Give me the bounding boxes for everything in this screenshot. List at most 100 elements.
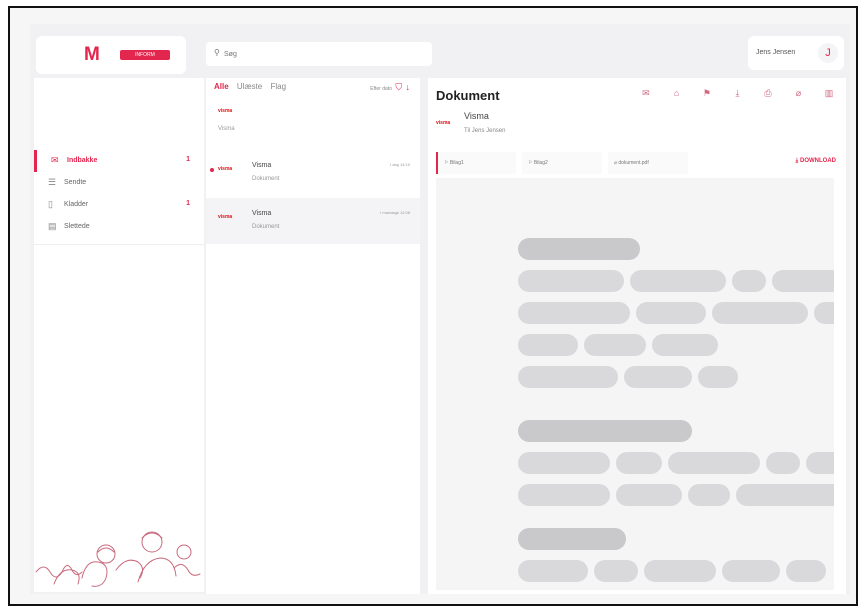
message-sender: Visma: [252, 210, 272, 217]
sender-logo: visma: [218, 108, 233, 114]
list-item[interactable]: visma Visma Dokument I mandags 12:08: [206, 198, 420, 244]
mail-icon[interactable]: ✉: [637, 88, 655, 99]
inbox-icon: ✉: [51, 155, 59, 165]
document-preview: [436, 178, 834, 590]
unread-dot: [210, 168, 214, 172]
placeholder-line: [806, 452, 834, 474]
message-list: Alle Ulæste Flag Efter dato ⛉ ↓ visma Vi…: [206, 78, 420, 594]
flag-icon[interactable]: ⚑: [698, 88, 716, 99]
divider: [34, 244, 204, 245]
placeholder-line: [518, 528, 626, 550]
document-recipient: Til Jens Jensen: [464, 128, 506, 134]
app-frame: M INFORM ⚲ Jens Jensen J ✉ Indbakke 1 ☰ …: [8, 6, 858, 606]
filter-tabs: Alle Ulæste Flag: [214, 82, 292, 91]
sidebar-item-sent[interactable]: ☰ Sendte: [34, 172, 204, 194]
placeholder-line: [786, 560, 826, 582]
placeholder-line: [712, 302, 808, 324]
page-title: Dokument: [436, 88, 500, 103]
tab-unread[interactable]: Ulæste: [237, 82, 262, 91]
brand-badge: INFORM: [120, 50, 170, 60]
placeholder-line: [584, 334, 646, 356]
logo-bar: M INFORM: [36, 36, 186, 74]
attachment-tab[interactable]: ⚐ Bilag2: [522, 152, 602, 174]
placeholder-line: [518, 484, 610, 506]
sender-logo: visma: [218, 214, 233, 220]
sort-control[interactable]: Efter dato ⛉ ↓: [370, 82, 410, 93]
unread-count: 1: [186, 200, 190, 207]
sort-arrow-icon[interactable]: ↓: [406, 82, 411, 92]
search-input[interactable]: [224, 46, 424, 62]
message-time: I mandags 12:08: [380, 210, 410, 215]
attach-icon[interactable]: ⌀: [789, 88, 807, 99]
app: M INFORM ⚲ Jens Jensen J ✉ Indbakke 1 ☰ …: [30, 24, 850, 594]
sender-logo: visma: [218, 166, 233, 172]
sidebar-item-inbox[interactable]: ✉ Indbakke 1: [34, 150, 204, 172]
placeholder-line: [616, 452, 662, 474]
brand-logo-icon[interactable]: M: [84, 45, 106, 64]
filter-icon[interactable]: ⛉: [395, 82, 402, 92]
message-time: I dag 14:10: [389, 162, 410, 167]
sidebar-item-label: Sendte: [64, 179, 87, 186]
message-subject: Dokument: [252, 176, 280, 182]
search-bar[interactable]: ⚲: [206, 42, 432, 66]
message-subject: Dokument: [252, 224, 280, 230]
placeholder-line: [668, 452, 760, 474]
attachment-tab[interactable]: ⌀ dokument.pdf: [608, 152, 688, 174]
attachment-label: dokument.pdf: [618, 160, 649, 166]
user-menu[interactable]: Jens Jensen J: [748, 36, 844, 70]
search-icon: ⚲: [214, 48, 220, 57]
download-button[interactable]: ⤓ DOWNLOAD: [796, 158, 836, 165]
sidebar: ✉ Indbakke 1 ☰ Sendte ▯ Kladder 1 ▤ Slet…: [34, 78, 204, 592]
placeholder-line: [518, 270, 624, 292]
placeholder-line: [636, 302, 706, 324]
placeholder-line: [518, 302, 630, 324]
placeholder-line: [766, 452, 800, 474]
download-label: DOWNLOAD: [800, 158, 836, 164]
tab-flag[interactable]: Flag: [270, 82, 286, 91]
folder-list: ✉ Indbakke 1 ☰ Sendte ▯ Kladder 1 ▤ Slet…: [34, 150, 204, 238]
download-icon[interactable]: ⤓: [728, 88, 746, 99]
sidebar-item-deleted[interactable]: ▤ Slettede: [34, 216, 204, 238]
placeholder-line: [732, 270, 766, 292]
placeholder-line: [518, 366, 618, 388]
sidebar-item-drafts[interactable]: ▯ Kladder 1: [34, 194, 204, 216]
draft-icon: ▯: [48, 199, 53, 209]
placeholder-line: [644, 560, 716, 582]
avatar[interactable]: J: [818, 43, 838, 63]
placeholder-line: [518, 238, 640, 260]
placeholder-line: [518, 420, 692, 442]
placeholder-line: [772, 270, 834, 292]
send-icon: ☰: [48, 177, 57, 187]
sidebar-item-label: Slettede: [64, 223, 90, 230]
placeholder-line: [736, 484, 834, 506]
attachment-label: Bilag1: [449, 160, 464, 166]
archive-icon[interactable]: ⌂: [667, 88, 685, 98]
delete-icon[interactable]: ▥: [820, 88, 838, 99]
attachment-tab[interactable]: ⚐ Bilag1: [436, 152, 516, 174]
attachment-label: Bilag2: [533, 160, 548, 166]
placeholder-line: [652, 334, 718, 356]
placeholder-line: [722, 560, 780, 582]
placeholder-line: [698, 366, 738, 388]
placeholder-line: [594, 560, 638, 582]
list-item[interactable]: visma Visma: [206, 96, 420, 146]
tab-all[interactable]: Alle: [214, 82, 229, 91]
print-icon[interactable]: ⎙: [759, 88, 777, 99]
placeholder-line: [814, 302, 834, 324]
list-item[interactable]: visma Visma Dokument I dag 14:10: [206, 150, 420, 196]
document-sender: Visma: [464, 111, 489, 121]
sidebar-item-label: Indbakke: [67, 157, 98, 164]
placeholder-line: [688, 484, 730, 506]
trash-icon: ▤: [48, 221, 57, 231]
people-illustration: [35, 531, 201, 587]
placeholder-line: [518, 452, 610, 474]
document-pane: Dokument ✉ ⌂ ⚑ ⤓ ⎙ ⌀ ▥ visma Visma Til J…: [428, 78, 846, 594]
placeholder-line: [518, 334, 578, 356]
placeholder-line: [624, 366, 692, 388]
message-sender: Visma: [252, 162, 272, 169]
sort-label: Efter dato: [370, 86, 392, 92]
user-name: Jens Jensen: [756, 49, 796, 56]
placeholder-line: [518, 560, 588, 582]
sender-logo: visma: [436, 120, 451, 126]
message-subject: Visma: [218, 126, 235, 132]
